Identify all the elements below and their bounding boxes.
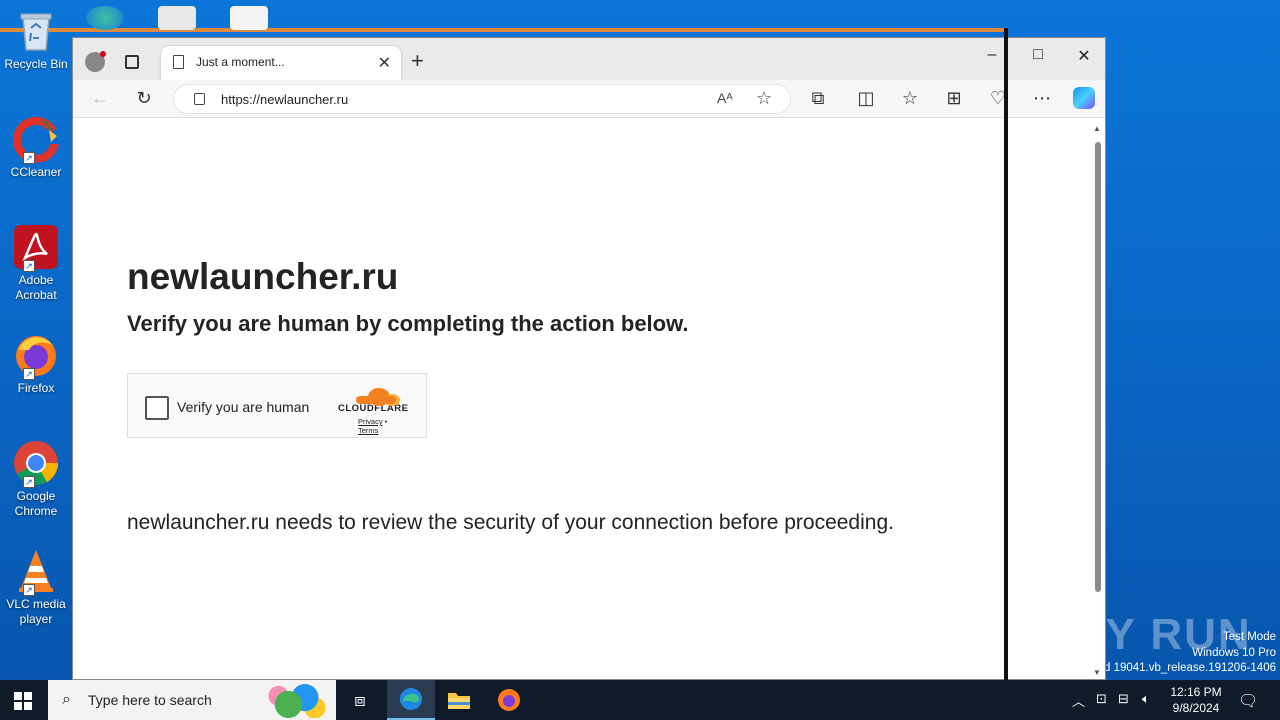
taskbar-search[interactable]: ⌕ Type here to search [48,680,336,720]
scroll-up-icon[interactable]: ▲ [1093,124,1101,133]
cloudflare-cloud-icon [346,386,408,406]
folder-icon [448,693,470,709]
build-text: ld 19041.vb_release.191206-1406 [1101,662,1276,674]
desktop-icon-label: CCleaner [10,165,62,179]
desktop-icon-google-chrome[interactable]: ↗ Google Chrome [2,440,70,519]
edge-icon [400,688,422,710]
desktop-icon-label: Firefox [17,381,55,395]
scrollbar-thumb[interactable] [1095,142,1101,592]
taskbar-file-explorer[interactable] [435,680,483,720]
cloudflare-links: Privacy • Terms [358,417,408,435]
browser-titlebar: Just a moment... ✕ + – □ ✕ [73,38,1105,80]
notifications-icon[interactable]: 🗨︎ [1238,691,1258,711]
minimize-button[interactable]: – [969,46,1015,64]
tray-device-icon[interactable]: ⊡ [1096,691,1107,707]
security-review-text: newlauncher.ru needs to review the secur… [127,511,894,534]
address-bar[interactable]: https://newlauncher.ru Aᴬ ☆ [173,84,791,114]
ccleaner-icon: ↗ [13,116,59,164]
verify-heading: Verify you are human by completing the a… [127,311,689,336]
task-view-button[interactable]: ⧈ [336,680,384,720]
favorites-icon[interactable]: ☆ [899,88,921,108]
document-icon[interactable] [158,6,196,30]
shortcut-arrow-icon: ↗ [23,152,35,164]
shortcut-arrow-icon: ↗ [23,260,35,272]
desktop-icon-recycle-bin[interactable]: Recycle Bin [2,8,70,72]
overlay-window-edge [1004,28,1008,680]
browser-tab[interactable]: Just a moment... ✕ [161,46,401,80]
vlc-icon: ↗ [13,548,59,596]
task-view-icon: ⧈ [354,689,366,710]
scroll-down-icon[interactable]: ▼ [1093,668,1101,677]
cloudflare-logo: CLOUDFLARE Privacy • Terms [338,386,408,435]
url-text[interactable]: https://newlauncher.ru [221,92,348,107]
desktop-icon-label: Recycle Bin [4,57,68,71]
shortcut-arrow-icon: ↗ [23,368,35,380]
desktop-icon-label: Adobe Acrobat [15,273,57,302]
taskbar-clock[interactable]: 12:16 PM 9/8/2024 [1160,684,1232,716]
tab-actions-icon[interactable] [125,55,139,69]
edge-icon[interactable] [86,6,124,30]
firefox-icon [498,689,520,711]
desktop-icon-firefox[interactable]: ↗ Firefox [2,332,70,396]
desktop-icon-label: VLC media player [6,597,66,626]
search-icon: ⌕ [62,691,71,708]
terms-link[interactable]: Terms [358,426,378,435]
network-icon[interactable]: ⊟ [1118,691,1129,707]
search-highlight-art [262,684,328,718]
taskbar-firefox[interactable] [485,680,533,720]
recycle-bin-icon [13,8,59,54]
site-title: newlauncher.ru [127,256,399,297]
privacy-link[interactable]: Privacy [358,417,383,426]
taskbar-edge[interactable] [387,680,435,720]
clock-time: 12:16 PM [1170,685,1222,699]
favorite-star-icon[interactable]: ☆ [756,88,772,109]
firefox-icon: ↗ [13,332,59,380]
document-icon[interactable] [230,6,268,30]
shortcut-arrow-icon: ↗ [23,584,35,596]
partial-desktop-icons [86,6,268,30]
verify-checkbox-label[interactable]: Verify you are human [177,399,309,415]
search-placeholder[interactable]: Type here to search [88,692,212,708]
new-tab-button[interactable]: + [411,48,424,74]
tab-title: Just a moment... [196,55,285,69]
desktop-icon-adobe-acrobat[interactable]: ↗ Adobe Acrobat [2,224,70,303]
cloudflare-turnstile-widget: Verify you are human CLOUDFLARE Privacy … [127,373,427,438]
windows-edition-text: Windows 10 Pro [1192,646,1276,659]
vertical-scrollbar[interactable]: ▲ ▼ [1093,122,1103,679]
clock-date: 9/8/2024 [1172,701,1220,715]
link-separator: • [382,417,388,426]
lock-icon [194,93,205,105]
edge-browser-window: Just a moment... ✕ + – □ ✕ ← ↻ https://n… [72,37,1106,680]
desktop-icon-vlc[interactable]: ↗ VLC media player [2,548,70,627]
refresh-button[interactable]: ↻ [133,88,155,108]
browser-toolbar: ← ↻ https://newlauncher.ru Aᴬ ☆ ⧉ ◫ ☆ ⊞ … [73,80,1105,118]
adobe-acrobat-icon: ↗ [13,224,59,272]
maximize-button[interactable]: □ [1015,46,1061,64]
verify-checkbox[interactable] [145,396,169,420]
show-hidden-icons[interactable]: ︿ [1072,691,1085,710]
split-screen-icon[interactable]: ◫ [855,88,877,108]
more-menu-icon[interactable]: ⋯ [1031,88,1053,108]
collections-icon[interactable]: ⊞ [943,88,965,108]
windows-test-mode-info: Test Mode Windows 10 Pro ld 19041.vb_rel… [1101,630,1276,677]
page-icon [173,55,184,69]
shortcut-arrow-icon: ↗ [23,476,35,488]
copilot-icon[interactable] [1073,87,1095,109]
chrome-icon: ↗ [13,440,59,488]
extensions-icon[interactable]: ⧉ [807,88,829,108]
page-content: newlauncher.ru Verify you are human by c… [73,118,1087,679]
volume-icon[interactable]: 🔈︎ [1142,691,1150,707]
read-aloud-icon[interactable]: Aᴬ [717,90,733,106]
notification-dot [100,51,106,57]
start-button[interactable] [14,692,32,710]
back-button[interactable]: ← [89,88,111,108]
test-mode-text: Test Mode [1222,631,1276,643]
desktop-icon-ccleaner[interactable]: ↗ CCleaner [2,116,70,180]
close-button[interactable]: ✕ [1061,46,1107,66]
desktop-icon-label: Google Chrome [14,489,58,518]
tab-close-icon[interactable]: ✕ [378,53,391,73]
taskbar: ⌕ Type here to search ⧈ ︿ ⊡ ⊟ 🔈︎ 12:16 P… [0,680,1280,720]
